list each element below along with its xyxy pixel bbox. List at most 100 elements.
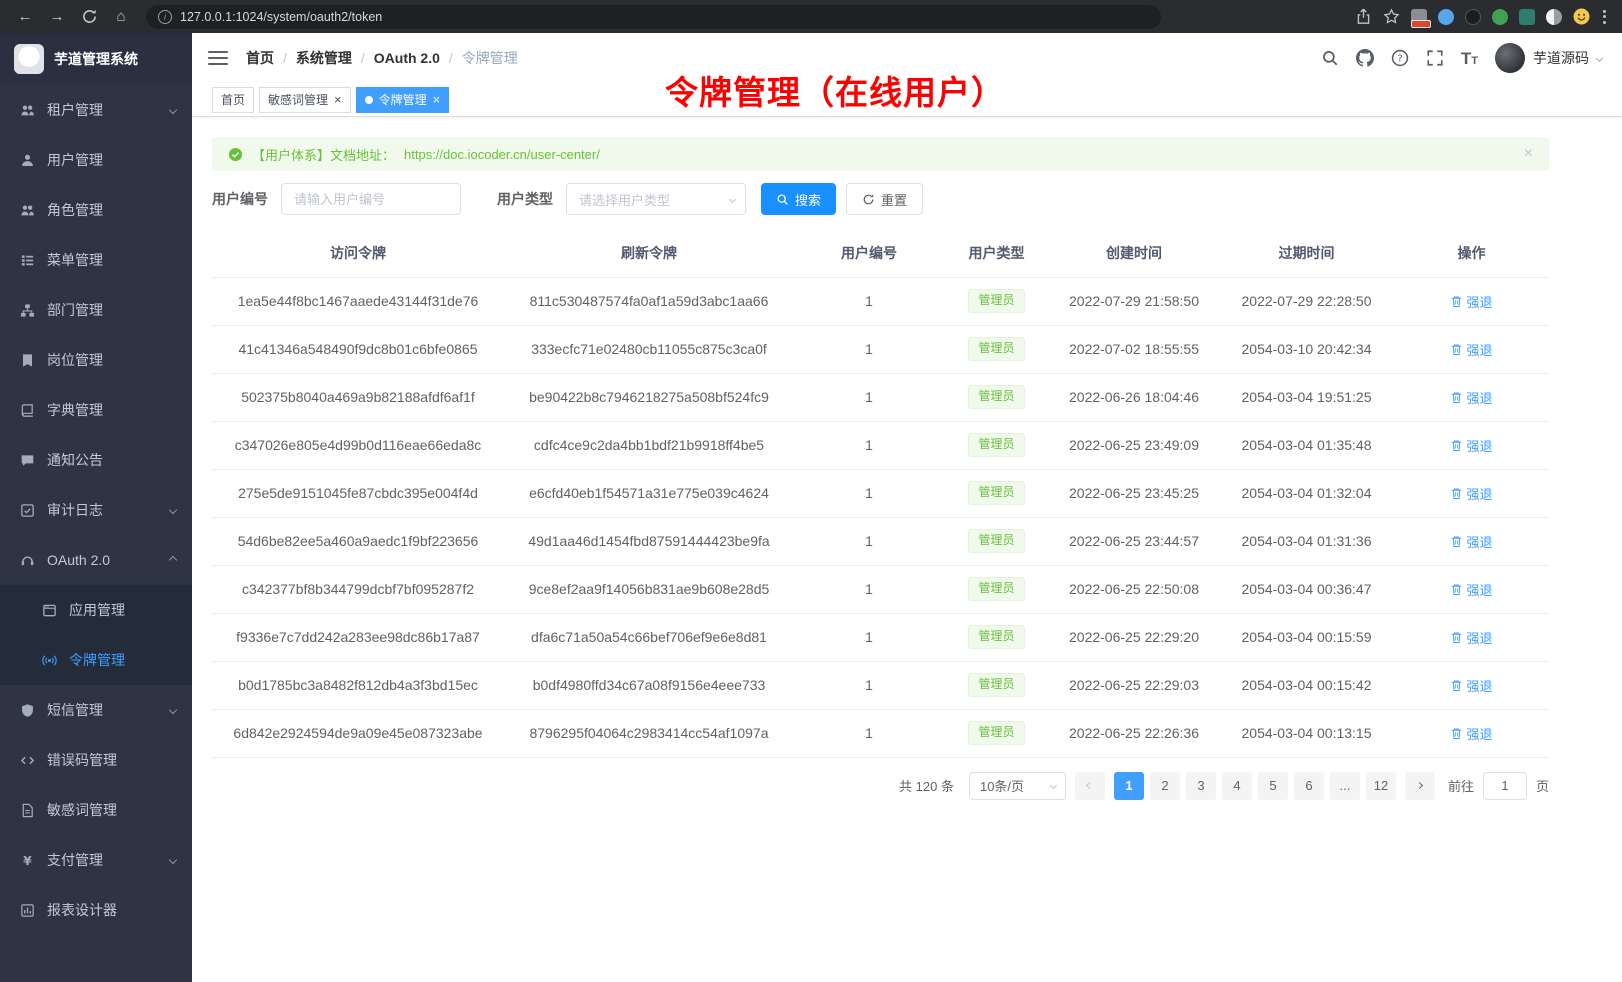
force-logout-button[interactable]: 强退 [1450,580,1492,599]
alert-close-icon[interactable]: × [1524,146,1533,162]
sidebar-item-oauth2[interactable]: OAuth 2.0 [0,535,192,585]
pagination-prev-button[interactable] [1075,772,1105,800]
user-type-badge: 管理员 [968,673,1024,697]
user-type-cell: 管理员 [944,469,1049,517]
sidebar-item-pay[interactable]: 支付管理 [0,835,192,885]
search-icon[interactable] [1321,49,1339,67]
back-icon[interactable]: ← [10,4,40,30]
browser-menu-icon[interactable] [1601,8,1608,26]
menu-icon [20,253,35,268]
extension-icon-teal[interactable] [1519,9,1535,25]
user-type-select[interactable]: 请选择用户类型 [566,183,746,215]
sidebar-item-role[interactable]: 角色管理 [0,185,192,235]
share-icon[interactable] [1355,8,1372,25]
extension-icon-gray[interactable] [1546,9,1562,25]
sidebar-item-error-code[interactable]: 错误码管理 [0,735,192,785]
pager-page-2[interactable]: 2 [1150,772,1180,800]
user-id-cell: 1 [794,709,944,757]
tab-close-icon[interactable]: × [433,93,441,106]
page-size-select[interactable]: 10条/页 [969,772,1066,800]
sidebar-item-sensitive[interactable]: 敏感词管理 [0,785,192,835]
pager-page-6[interactable]: 6 [1294,772,1324,800]
user-id-input[interactable] [281,183,461,215]
url-bar[interactable]: i 127.0.0.1:1024/system/oauth2/token [146,5,1161,29]
extension-icon-badged[interactable] [1411,9,1427,25]
extension-icon-dark[interactable] [1465,9,1481,25]
action-cell: 强退 [1394,373,1549,421]
pager-page-12[interactable]: 12 [1366,772,1396,800]
fullscreen-icon[interactable] [1426,49,1444,67]
pager-page-4[interactable]: 4 [1222,772,1252,800]
home-icon[interactable]: ⌂ [106,4,136,30]
breadcrumb-item[interactable]: 系统管理 / [296,48,374,68]
sidebar-item-notice[interactable]: 通知公告 [0,435,192,485]
sidebar-item-tenant[interactable]: 租户管理 [0,85,192,135]
force-logout-button[interactable]: 强退 [1450,532,1492,551]
menu-icon [20,403,35,418]
font-size-icon[interactable]: TT [1461,50,1478,67]
trash-icon [1450,439,1463,452]
sidebar-collapse-icon[interactable] [208,51,228,65]
bookmark-star-icon[interactable] [1383,8,1400,25]
created-time-cell: 2022-06-25 22:29:20 [1049,613,1219,661]
tab-active-dot [365,96,373,104]
sidebar-item-audit-log[interactable]: 审计日志 [0,485,192,535]
browser-profile-avatar[interactable] [1573,8,1590,25]
sidebar-item-label: 租户管理 [47,100,103,120]
annotation-text: 令牌管理（在线用户） [665,66,1005,114]
pager-page-3[interactable]: 3 [1186,772,1216,800]
app-logo-row[interactable]: 芋道管理系统 [0,33,192,85]
force-logout-button[interactable]: 强退 [1450,292,1492,311]
reset-button[interactable]: 重置 [846,183,923,215]
sidebar-item-user[interactable]: 用户管理 [0,135,192,185]
goto-page-input[interactable] [1483,772,1527,800]
pager-ellipsis[interactable]: ... [1330,772,1360,800]
breadcrumb-item[interactable]: OAuth 2.0 / [374,50,462,66]
tab-home[interactable]: 首页 [212,87,254,113]
help-icon[interactable] [1391,49,1409,67]
force-logout-button[interactable]: 强退 [1450,340,1492,359]
success-check-icon [228,147,243,162]
select-caret-icon [729,195,736,202]
extension-icon-blue[interactable] [1438,9,1454,25]
force-logout-button[interactable]: 强退 [1450,628,1492,647]
site-info-icon[interactable]: i [158,10,172,24]
force-logout-button[interactable]: 强退 [1450,436,1492,455]
sidebar-item-oauth2-app[interactable]: 应用管理 [0,585,192,635]
user-type-label: 用户类型 [497,189,553,209]
search-button[interactable]: 搜索 [761,183,836,215]
user-menu[interactable]: 芋道源码 [1495,43,1602,73]
url-text: 127.0.0.1:1024/system/oauth2/token [180,10,382,24]
breadcrumb-item[interactable]: 令牌管理 [462,48,518,68]
tab-close-icon[interactable]: × [334,93,342,106]
action-cell: 强退 [1394,277,1549,325]
sidebar-item-report[interactable]: 报表设计器 [0,885,192,935]
tab-sensitive-word[interactable]: 敏感词管理 × [259,87,351,113]
doc-link[interactable]: https://doc.iocoder.cn/user-center/ [404,147,600,162]
force-logout-button[interactable]: 强退 [1450,724,1492,743]
sidebar-item-dept[interactable]: 部门管理 [0,285,192,335]
refresh-token-cell: 333ecfc71e02480cb11055c875c3ca0f [504,325,794,373]
main-area: 首页 / 系统管理 / OAuth 2.0 / 令牌管理 TT 芋道源码 [192,33,1622,982]
sidebar-item-post[interactable]: 岗位管理 [0,335,192,385]
forward-icon[interactable]: → [42,4,72,30]
pagination-next-button[interactable] [1405,772,1435,800]
chevron-icon [169,106,177,114]
sidebar-item-sms[interactable]: 短信管理 [0,685,192,735]
menu-icon [20,753,35,768]
github-icon[interactable] [1356,49,1374,67]
force-logout-button[interactable]: 强退 [1450,676,1492,695]
pager-page-1[interactable]: 1 [1114,772,1144,800]
sidebar-item-menu[interactable]: 菜单管理 [0,235,192,285]
force-logout-button[interactable]: 强退 [1450,388,1492,407]
sidebar-item-label: 令牌管理 [69,650,125,670]
breadcrumb-item[interactable]: 首页 / [246,48,296,68]
force-logout-button[interactable]: 强退 [1450,484,1492,503]
sidebar-item-dict[interactable]: 字典管理 [0,385,192,435]
screen: ← → ⌂ i 127.0.0.1:1024/system/oauth2/tok… [0,0,1622,982]
extension-icon-green[interactable] [1492,9,1508,25]
reload-icon[interactable] [74,4,104,30]
tab-token[interactable]: 令牌管理 × [356,87,450,113]
sidebar-item-oauth2-token[interactable]: 令牌管理 [0,635,192,685]
pager-page-5[interactable]: 5 [1258,772,1288,800]
